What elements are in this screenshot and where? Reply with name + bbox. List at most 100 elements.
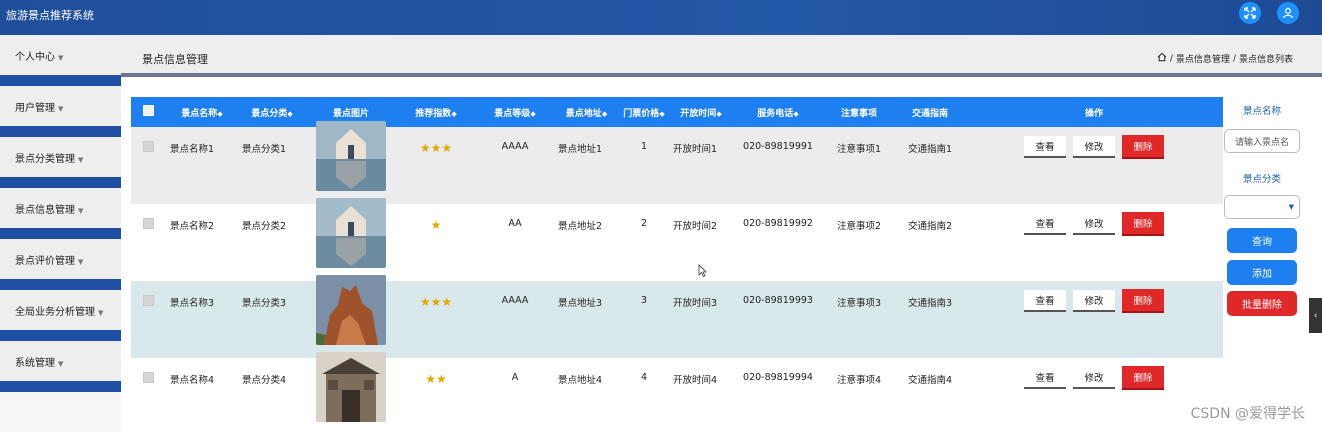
edit-button[interactable]: 修改 (1073, 367, 1115, 389)
cell-price: 3 (640, 295, 648, 306)
sidebar-item-personal-center[interactable]: 个人中心 ▼ (0, 35, 121, 75)
batch-delete-button[interactable]: 批量删除 (1227, 291, 1297, 316)
app-title: 旅游景点推荐系统 (6, 9, 94, 22)
sidebar-divider (0, 279, 121, 290)
sidebar-divider (0, 177, 121, 188)
cell-category: 景点分类1 (242, 144, 287, 155)
chevron-down-icon: ▼ (1288, 203, 1294, 211)
rating-stars: ★★ (425, 372, 447, 386)
sidebar-item-label: 景点分类管理 (15, 154, 75, 165)
caret-down-icon: ▼ (98, 309, 104, 317)
spot-image[interactable] (316, 275, 386, 345)
category-filter-select[interactable]: ▼ (1224, 195, 1300, 219)
breadcrumb-level2: 景点信息列表 (1238, 55, 1293, 65)
sidebar-divider (0, 228, 121, 239)
sidebar-divider (0, 381, 121, 392)
table-header-row: 景点名称◆ 景点分类◆ 景点图片 推荐指数◆ 景点等级◆ 景点地址◆ 门票价格◆… (131, 97, 1223, 127)
table-row: 景点名称1 景点分类1 ★★★ AAAA 景点地址1 1 开放时间1 020-8… (131, 121, 1223, 204)
cell-traffic: 交通指南2 (907, 221, 953, 232)
sidebar-item-spot-info-management[interactable]: 景点信息管理 ▼ (0, 188, 121, 228)
sidebar-divider (0, 126, 121, 137)
column-header-name[interactable]: 景点名称◆ (166, 97, 238, 127)
chevron-left-icon: ‹ (1313, 310, 1318, 321)
row-checkbox[interactable] (143, 372, 154, 383)
delete-button[interactable]: 删除 (1122, 289, 1164, 313)
main-content: 景点信息管理 / 景点信息管理 / 景点信息列表 景点名称◆ 景点分类◆ 景点图… (121, 35, 1322, 435)
row-checkbox[interactable] (143, 218, 154, 229)
cell-category: 景点分类4 (242, 375, 287, 386)
column-header-level[interactable]: 景点等级◆ (476, 97, 554, 127)
spot-image[interactable] (316, 121, 386, 191)
sidebar-item-label: 系统管理 (15, 358, 55, 369)
cell-open-time: 开放时间4 (673, 375, 718, 386)
cell-traffic: 交通指南3 (907, 298, 953, 309)
cell-phone: 020-89819992 (743, 218, 813, 229)
view-button[interactable]: 查看 (1024, 290, 1066, 312)
sidebar-item-label: 景点信息管理 (15, 205, 75, 216)
cell-open-time: 开放时间3 (673, 298, 718, 309)
sidebar-item-label: 个人中心 (15, 52, 55, 63)
cell-phone: 020-89819994 (743, 372, 813, 383)
row-checkbox[interactable] (143, 295, 154, 306)
table-row: 景点名称2 景点分类2 ★ AA 景点地址2 2 开放时间2 020-89819… (131, 198, 1223, 281)
cell-open-time: 开放时间1 (673, 144, 718, 155)
sidebar-item-system-management[interactable]: 系统管理 ▼ (0, 341, 121, 381)
cell-address: 景点地址3 (558, 298, 603, 309)
sidebar-item-user-management[interactable]: 用户管理 ▼ (0, 86, 121, 126)
query-button[interactable]: 查询 (1227, 228, 1297, 253)
table-row: 景点名称4 景点分类4 ★★ A 景点地址4 4 开放时间4 020-89819… (131, 352, 1223, 435)
cell-address: 景点地址4 (558, 375, 603, 386)
cell-level: AA (508, 218, 522, 229)
collapse-panel-tab[interactable]: ‹ (1309, 298, 1322, 333)
sidebar-item-review-management[interactable]: 景点评价管理 ▼ (0, 239, 121, 279)
edit-button[interactable]: 修改 (1073, 213, 1115, 235)
rating-stars: ★★★ (419, 295, 453, 309)
cell-category: 景点分类2 (242, 221, 287, 232)
delete-button[interactable]: 删除 (1122, 212, 1164, 236)
header-divider (121, 73, 1322, 77)
spot-table: 景点名称◆ 景点分类◆ 景点图片 推荐指数◆ 景点等级◆ 景点地址◆ 门票价格◆… (131, 97, 1223, 435)
sidebar-item-business-analysis[interactable]: 全局业务分析管理 ▼ (0, 290, 121, 330)
watermark: CSDN @爱得学长 (1190, 406, 1305, 422)
column-header-price[interactable]: 门票价格◆ (619, 97, 669, 127)
column-header-actions: 操作 (965, 97, 1223, 127)
spot-image[interactable] (316, 198, 386, 268)
column-header-notes: 注意事项 (823, 97, 895, 127)
view-button[interactable]: 查看 (1024, 367, 1066, 389)
edit-button[interactable]: 修改 (1073, 290, 1115, 312)
caret-down-icon: ▼ (78, 258, 84, 266)
spot-image[interactable] (316, 352, 386, 422)
cell-notes: 注意事项2 (836, 221, 882, 232)
cell-name: 景点名称1 (170, 144, 215, 155)
caret-down-icon: ▼ (58, 360, 64, 368)
expand-icon[interactable] (1239, 2, 1261, 24)
view-button[interactable]: 查看 (1024, 136, 1066, 158)
name-filter-input[interactable]: 请输入景点名 (1224, 129, 1300, 153)
column-header-open-time[interactable]: 开放时间◆ (669, 97, 733, 127)
cell-level: AAAA (501, 141, 529, 152)
breadcrumb-separator: / (1232, 53, 1236, 64)
user-icon[interactable] (1277, 2, 1299, 24)
select-all-checkbox[interactable] (143, 105, 154, 116)
home-icon[interactable] (1157, 52, 1167, 65)
sidebar: 个人中心 ▼ 用户管理 ▼ 景点分类管理 ▼ 景点信息管理 ▼ 景点评价管理 ▼ 全局业务… (0, 35, 121, 432)
breadcrumb-level1[interactable]: 景点信息管理 (1176, 52, 1230, 65)
column-header-address[interactable]: 景点地址◆ (554, 97, 619, 127)
cell-address: 景点地址2 (558, 221, 603, 232)
column-header-phone[interactable]: 服务电话◆ (733, 97, 823, 127)
cell-price: 4 (640, 372, 648, 383)
page-header: 景点信息管理 / 景点信息管理 / 景点信息列表 (121, 35, 1322, 73)
delete-button[interactable]: 删除 (1122, 135, 1164, 159)
sidebar-item-category-management[interactable]: 景点分类管理 ▼ (0, 137, 121, 177)
add-button[interactable]: 添加 (1227, 260, 1297, 285)
column-header-category[interactable]: 景点分类◆ (238, 97, 306, 127)
cell-notes: 注意事项3 (836, 298, 882, 309)
edit-button[interactable]: 修改 (1073, 136, 1115, 158)
column-header-rating[interactable]: 推荐指数◆ (396, 97, 476, 127)
cell-notes: 注意事项4 (836, 375, 882, 386)
row-checkbox[interactable] (143, 141, 154, 152)
sidebar-item-label: 全局业务分析管理 (15, 307, 95, 318)
delete-button[interactable]: 删除 (1122, 366, 1164, 390)
sidebar-item-label: 用户管理 (15, 103, 55, 114)
view-button[interactable]: 查看 (1024, 213, 1066, 235)
